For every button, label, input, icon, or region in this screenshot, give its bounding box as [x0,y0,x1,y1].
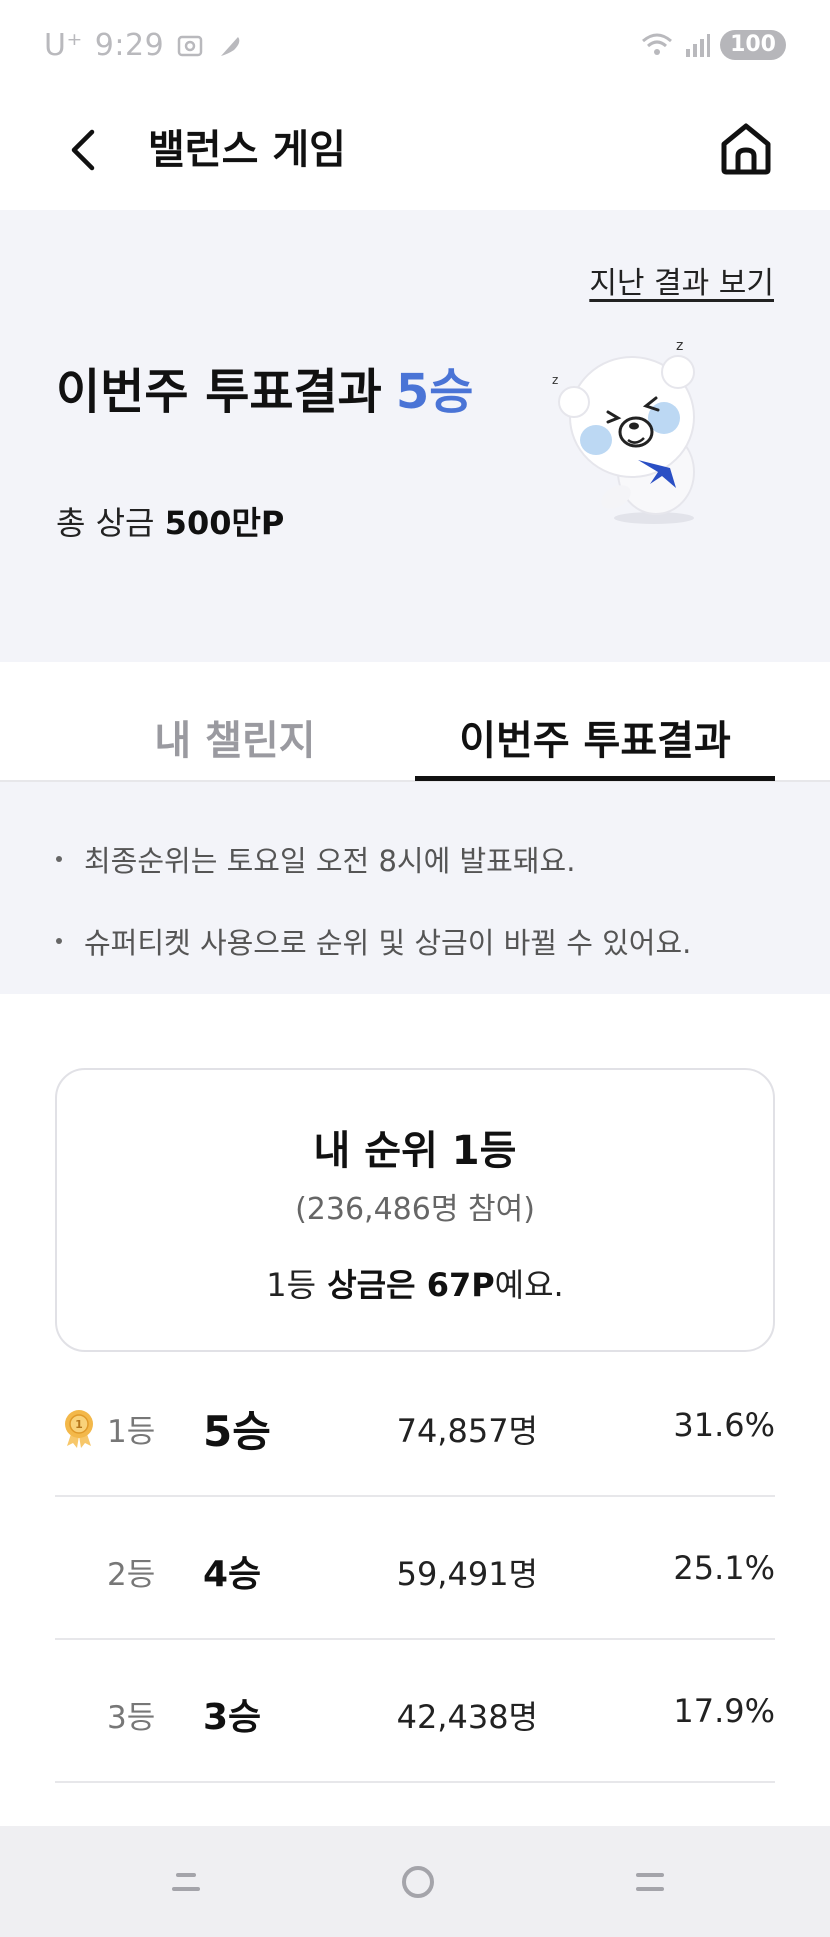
rank-prize-prefix: 1등 [266,1266,317,1304]
bullet-icon [56,856,62,862]
notice-text: 최종순위는 토요일 오전 8시에 발표돼요. [84,844,576,878]
status-left: U⁺ 9:29 [44,28,244,63]
hero-title: 이번주 투표결과 5승 [56,352,473,422]
percentage: 17.9% [673,1692,775,1730]
percentage: 31.6% [673,1406,775,1444]
status-bar: U⁺ 9:29 100 [0,0,830,92]
notice-item: 슈퍼티켓 사용으로 순위 및 상금이 바뀔 수 있어요. [56,920,830,962]
svg-text:1: 1 [75,1418,83,1431]
hero-section: 지난 결과 보기 이번주 투표결과 5승 총 상금 500만P z z [0,210,830,662]
carrier-label: U⁺ [44,28,83,63]
participant-count: (236,486명 참여) [295,1192,535,1227]
hero-wins: 5승 [395,364,474,420]
wins-label: 5승 [203,1407,271,1456]
results-table: 1 1등 5승 74,857명 31.6% 2등 4승 59,491명 25.1… [55,1354,775,1783]
my-rank-title: 내 순위 1등 [313,1128,517,1174]
rank-label: 3등 [107,1700,156,1736]
total-prize-label: 총 상금 [56,504,155,542]
notice-text: 슈퍼티켓 사용으로 순위 및 상금이 바뀔 수 있어요. [84,926,692,960]
notice-box: 최종순위는 토요일 오전 8시에 발표돼요. 슈퍼티켓 사용으로 순위 및 상금… [0,782,830,994]
svg-text:z: z [552,373,558,387]
home-nav-button[interactable] [388,1854,448,1910]
rank-prize-text: 1등 상금은 67P예요. [57,1260,773,1306]
bear-mascot-image: z z [552,338,695,524]
voter-count: 59,491명 [396,1555,538,1593]
total-prize-value: 500만P [164,504,285,542]
home-button[interactable] [716,118,776,178]
rank-prize-mid: 상금은 [316,1266,427,1304]
notice-item: 최종순위는 토요일 오전 8시에 발표돼요. [56,838,830,880]
status-right: 100 [640,30,786,60]
recent-apps-icon [172,1873,200,1891]
hero-title-text: 이번주 투표결과 [56,364,382,420]
table-row: 3등 3승 42,438명 17.9% [55,1640,775,1783]
home-circle-icon [402,1866,434,1898]
recent-apps-button[interactable] [156,1854,216,1910]
tab-bar: 내 챌린지 이번주 투표결과 [0,662,830,782]
back-button[interactable] [56,122,112,178]
tab-my-challenge[interactable]: 내 챌린지 [80,708,390,766]
wifi-icon [642,33,673,55]
home-icon [721,123,771,175]
voter-count: 74,857명 [396,1412,538,1450]
total-prize: 총 상금 500만P [56,498,284,544]
wins-label: 4승 [203,1554,262,1595]
feather-icon [221,36,240,56]
voter-count: 42,438명 [396,1698,538,1736]
screenshot-icon [177,35,203,56]
app-header: 밸런스 게임 [0,92,830,210]
bullet-icon [56,938,62,944]
past-results-link[interactable]: 지난 결과 보기 [589,258,774,302]
my-rank-card: 내 순위 1등 (236,486명 참여) 1등 상금은 67P예요. [55,1068,775,1352]
svg-text:z: z [676,338,683,354]
signal-icon [686,34,711,57]
system-nav-bar [0,1826,830,1937]
rank-label: 1등 [107,1414,156,1450]
back-icon [636,1873,664,1891]
table-row: 2등 4승 59,491명 25.1% [55,1497,775,1640]
tab-weekly-results[interactable]: 이번주 투표결과 [415,708,775,766]
rank-prize-suffix: 예요. [494,1266,564,1304]
rank-prize-value: 67P [426,1266,495,1304]
table-row: 1 1등 5승 74,857명 31.6% [55,1354,775,1497]
wins-label: 3승 [203,1697,262,1738]
battery-badge: 100 [720,30,786,60]
back-nav-button[interactable] [620,1854,680,1910]
gold-medal-icon: 1 [65,1410,93,1448]
percentage: 25.1% [673,1549,775,1587]
rank-label: 2등 [107,1557,156,1593]
page-title: 밸런스 게임 [148,127,346,173]
clock: 9:29 [94,28,165,63]
active-tab-indicator [415,776,775,781]
chevron-left-icon [71,129,95,171]
